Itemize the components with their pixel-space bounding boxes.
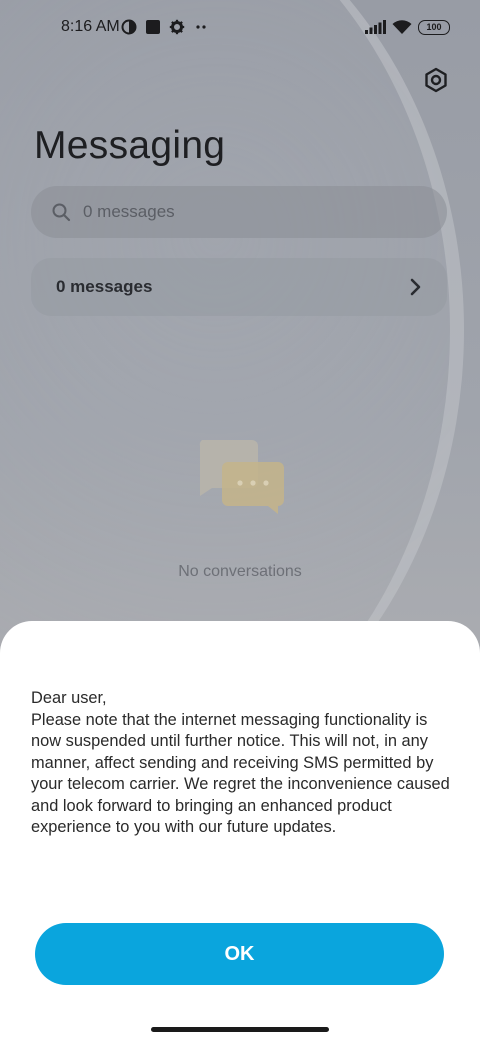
page-title: Messaging [34, 124, 226, 167]
empty-state-text: No conversations [178, 563, 302, 580]
status-icons-left [121, 18, 209, 36]
wifi-icon [392, 20, 412, 34]
messages-row-label: 0 messages [56, 277, 153, 296]
data-saver-icon [121, 19, 137, 35]
notification-square-icon [146, 20, 160, 34]
status-bar: 8:16 AM 100 [0, 0, 480, 56]
settings-hex-icon [425, 67, 447, 93]
battery-icon: 100 [418, 19, 450, 35]
search-icon [51, 202, 71, 222]
ok-button[interactable]: OK [35, 923, 444, 985]
search-input[interactable]: 0 messages [31, 186, 447, 238]
chevron-right-icon [409, 277, 423, 297]
settings-button[interactable] [420, 64, 452, 96]
notice-message: Dear user, Please note that the internet… [31, 689, 450, 836]
status-time: 8:16 AM [61, 18, 120, 35]
signal-icon [365, 20, 386, 34]
home-indicator[interactable] [151, 1027, 329, 1032]
gear-icon [169, 19, 185, 35]
status-icons-right: 100 [364, 18, 450, 36]
chat-bubbles-icon [199, 440, 284, 514]
more-dots-icon [196, 25, 206, 29]
messages-row[interactable]: 0 messages [31, 258, 447, 316]
search-placeholder: 0 messages [83, 202, 175, 221]
